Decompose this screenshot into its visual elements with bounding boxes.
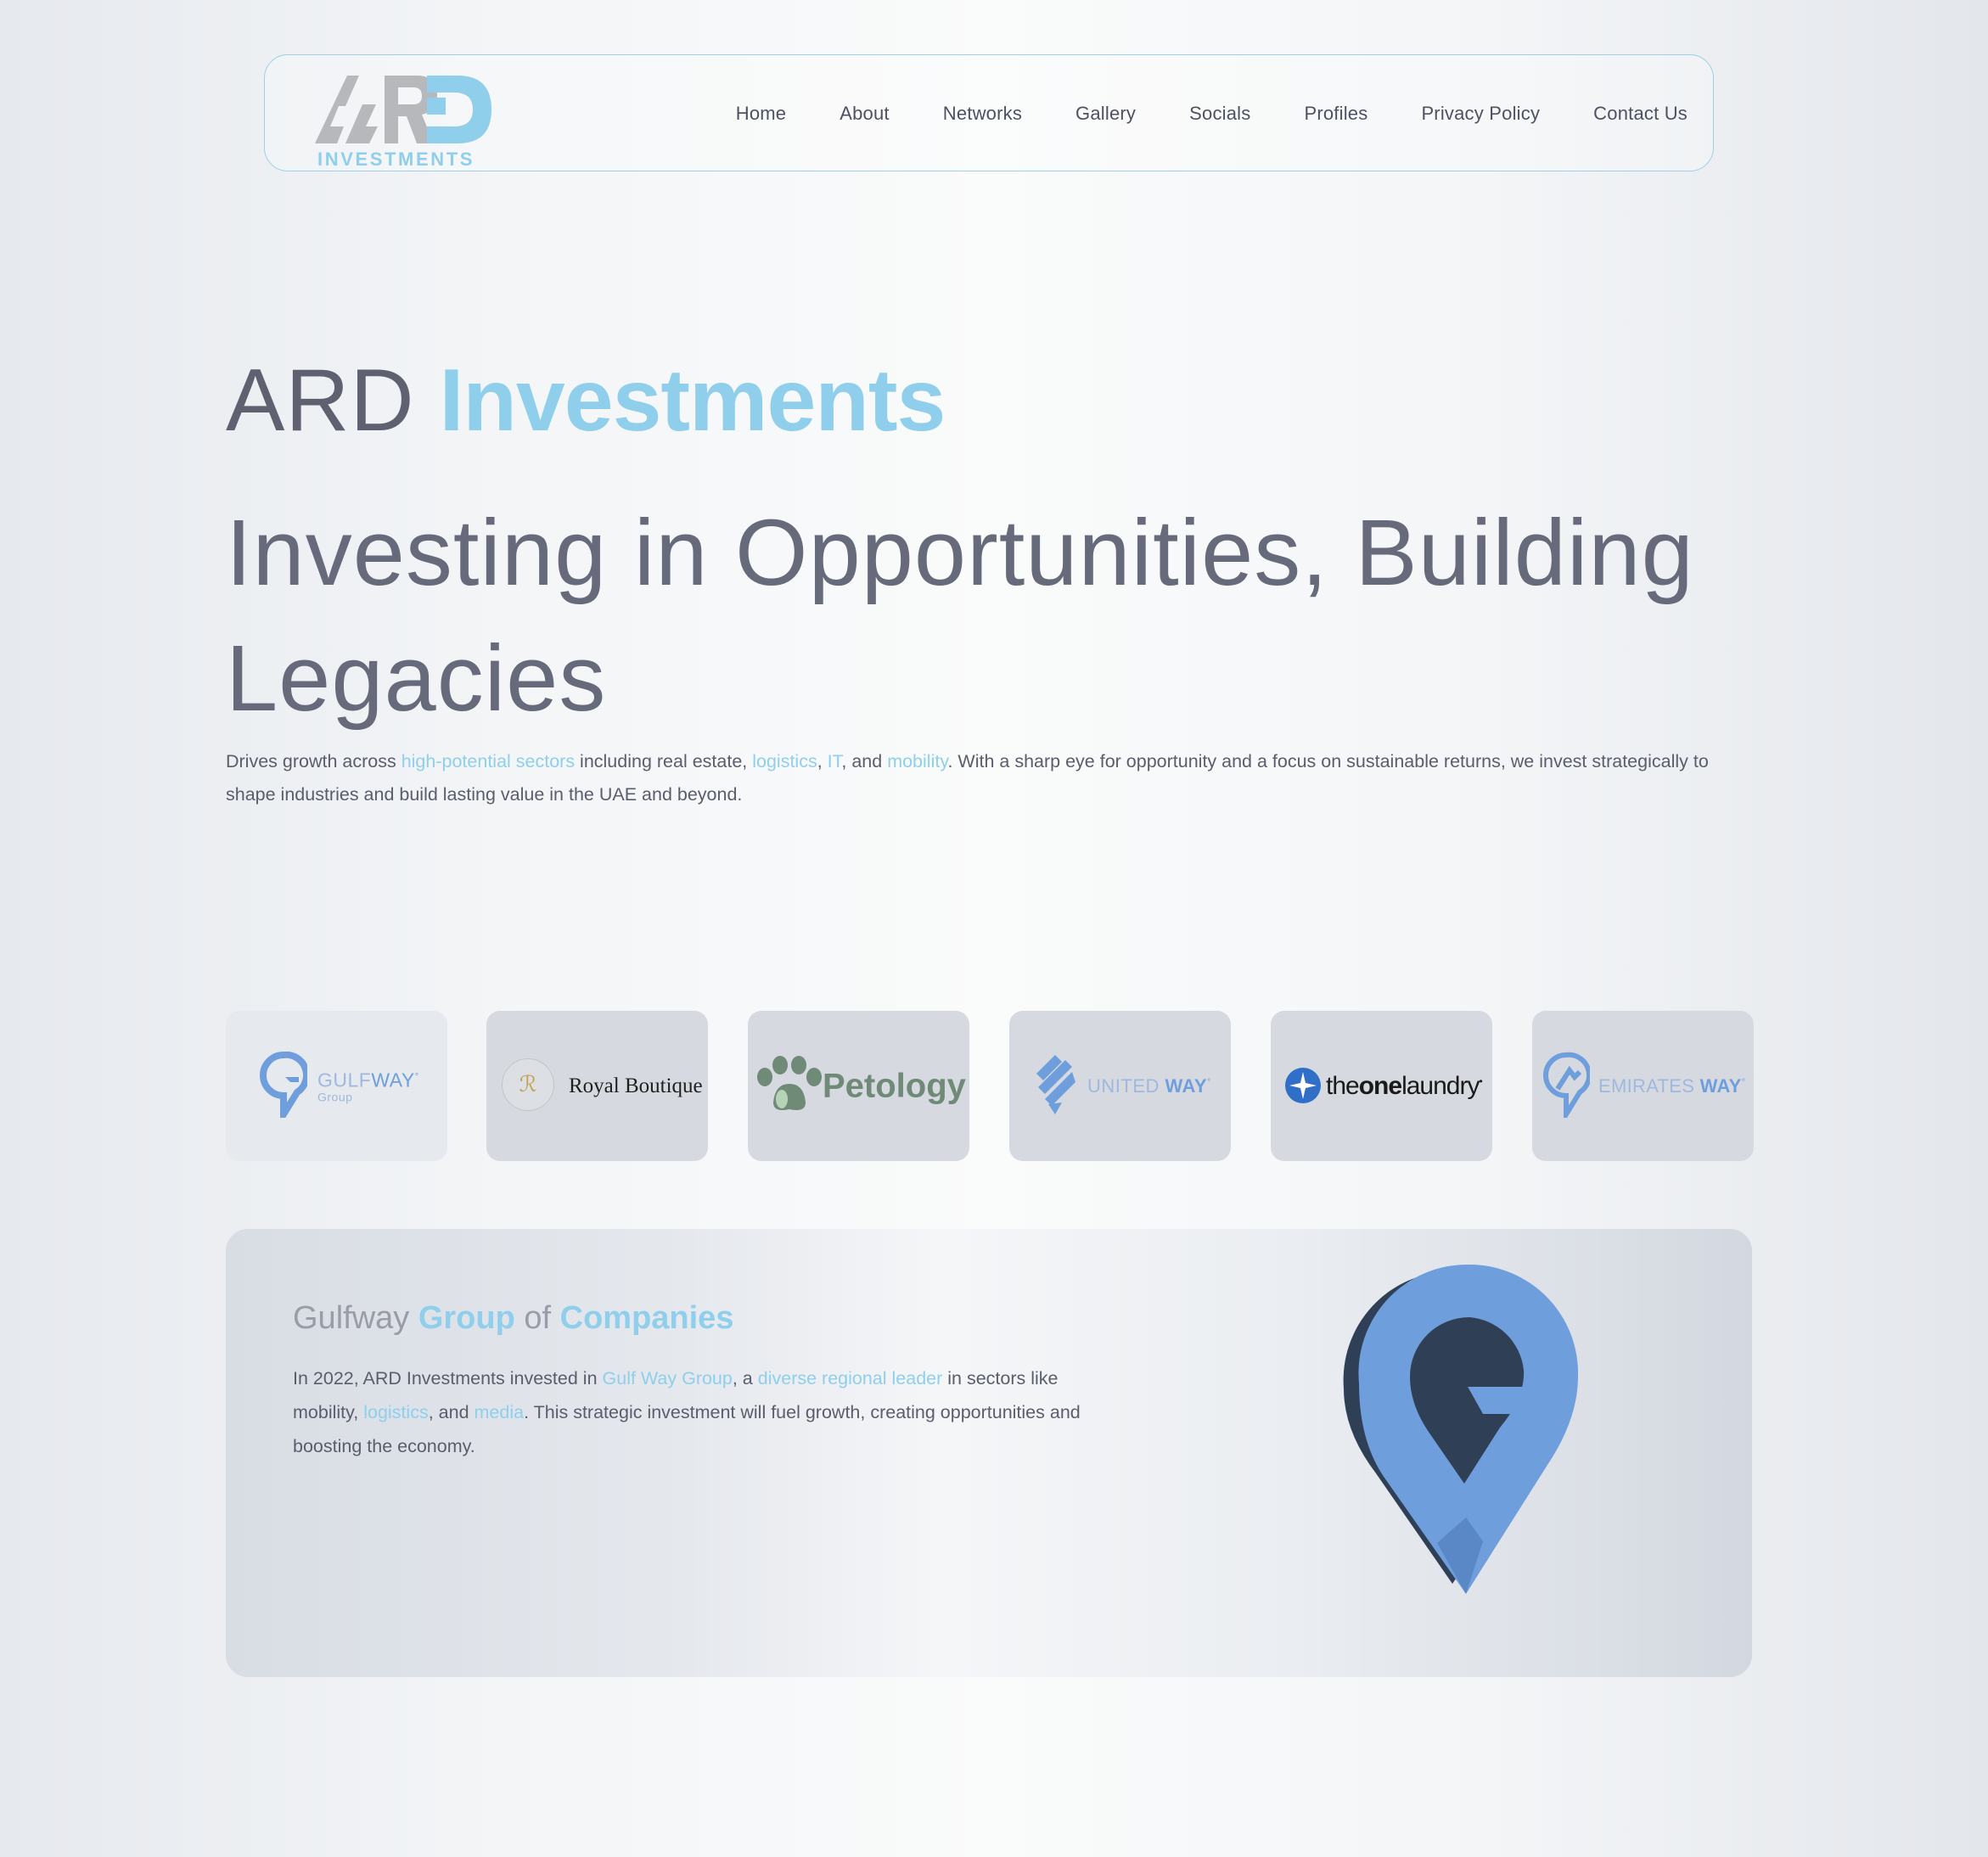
partner-name: EMIRATES WAY° (1598, 1075, 1745, 1097)
partner-petology[interactable]: Petology (748, 1011, 969, 1161)
partner-name-part: one (1358, 1071, 1402, 1100)
nav-home[interactable]: Home (736, 103, 787, 125)
united-way-icon (1036, 1055, 1075, 1114)
hero-desc-text: , (817, 751, 828, 771)
partner-name-part: laundry (1401, 1071, 1480, 1100)
feature-title: Gulfway Group of Companies (293, 1300, 733, 1337)
hero-desc-text: including real estate, (575, 751, 753, 771)
feature-description: In 2022, ARD Investments invested in Gul… (293, 1361, 1091, 1463)
trademark-mark: ° (1207, 1077, 1211, 1088)
partner-emirates-way[interactable]: EMIRATES WAY° (1532, 1011, 1754, 1161)
trademark-mark: ° (1741, 1077, 1746, 1088)
paw-icon (757, 1056, 822, 1110)
feature-desc-text: In 2022, ARD Investments invested in (293, 1368, 603, 1389)
star-icon (1285, 1068, 1321, 1103)
hero-desc-highlight: IT (827, 751, 842, 771)
monogram-letter: ℛ (519, 1072, 537, 1097)
nav-about[interactable]: About (840, 103, 890, 125)
hero-desc-highlight: mobility (887, 751, 948, 771)
hero-subtitle: Investing in Opportunities, Building Leg… (226, 501, 1694, 731)
partner-united-way[interactable]: UNITED WAY° (1009, 1011, 1231, 1161)
partner-name: Petology (823, 1067, 966, 1104)
partner-name-part: EMIRATES (1598, 1074, 1700, 1097)
feature-desc-text: , and (428, 1402, 475, 1422)
gulfway-3d-pin-icon (1343, 1264, 1579, 1594)
hero-desc-highlight: high-potential sectors (401, 751, 576, 771)
royal-boutique-monogram-icon: ℛ (502, 1058, 554, 1111)
hero-title-bold: Investments (439, 351, 946, 450)
feature-title-part: Companies (559, 1300, 734, 1336)
nav-links: Home About Networks Gallery Socials Prof… (682, 55, 1688, 172)
partner-name: GULFWAY° Group (317, 1069, 419, 1103)
nav-gallery[interactable]: Gallery (1075, 103, 1136, 125)
logo-subtitle: INVESTMENTS (317, 149, 475, 170)
nav-profiles[interactable]: Profiles (1304, 103, 1367, 125)
trademark-mark: ° (414, 1071, 419, 1082)
partner-name: Royal Boutique (569, 1074, 703, 1097)
ard-logo[interactable]: INVESTMENTS (313, 65, 496, 170)
navbar: INVESTMENTS Home About Networks Gallery … (264, 54, 1714, 171)
partner-gulfway[interactable]: GULFWAY° Group (226, 1011, 447, 1161)
feature-title-part: Group (418, 1300, 515, 1336)
nav-privacy-policy[interactable]: Privacy Policy (1421, 103, 1540, 125)
feature-desc-text: , a (732, 1368, 758, 1389)
nav-networks[interactable]: Networks (943, 103, 1022, 125)
gulfway-pin-icon (260, 1052, 307, 1118)
partner-name: UNITED WAY° (1087, 1075, 1211, 1097)
partner-the-one-laundry[interactable]: theonelaundry• (1271, 1011, 1492, 1161)
partner-name-part: WAY (371, 1069, 415, 1091)
partner-royal-boutique[interactable]: ℛ Royal Boutique (486, 1011, 708, 1161)
feature-desc-highlight: logistics (363, 1402, 429, 1422)
partner-name-part: GULF (317, 1069, 372, 1091)
feature-desc-highlight: diverse regional leader (757, 1368, 943, 1389)
feature-card-gulfway: Gulfway Group of Companies In 2022, ARD … (226, 1229, 1752, 1677)
partner-subname: Group (317, 1090, 353, 1103)
feature-desc-highlight: Gulf Way Group (602, 1368, 733, 1389)
hero-description: Drives growth across high-potential sect… (226, 745, 1754, 811)
nav-contact-us[interactable]: Contact Us (1593, 103, 1688, 125)
hero-desc-highlight: logistics (752, 751, 817, 771)
emirates-way-pin-icon (1543, 1052, 1590, 1118)
partner-name: theonelaundry• (1326, 1071, 1483, 1101)
hero-desc-text: Drives growth across (226, 751, 402, 771)
partner-name-part: UNITED (1087, 1074, 1165, 1097)
trademark-mark: • (1479, 1074, 1482, 1087)
feature-title-part: of (514, 1300, 560, 1336)
feature-title-part: Gulfway (293, 1300, 418, 1336)
hero-title: ARD Investments (226, 356, 946, 445)
hero-title-light: ARD (226, 351, 415, 450)
hero-desc-text: , and (841, 751, 888, 771)
feature-desc-highlight: media (474, 1402, 525, 1422)
partner-name-part: WAY (1699, 1074, 1742, 1097)
nav-socials[interactable]: Socials (1189, 103, 1250, 125)
partner-name-part: WAY (1165, 1074, 1208, 1097)
partner-name-part: the (1326, 1071, 1360, 1100)
